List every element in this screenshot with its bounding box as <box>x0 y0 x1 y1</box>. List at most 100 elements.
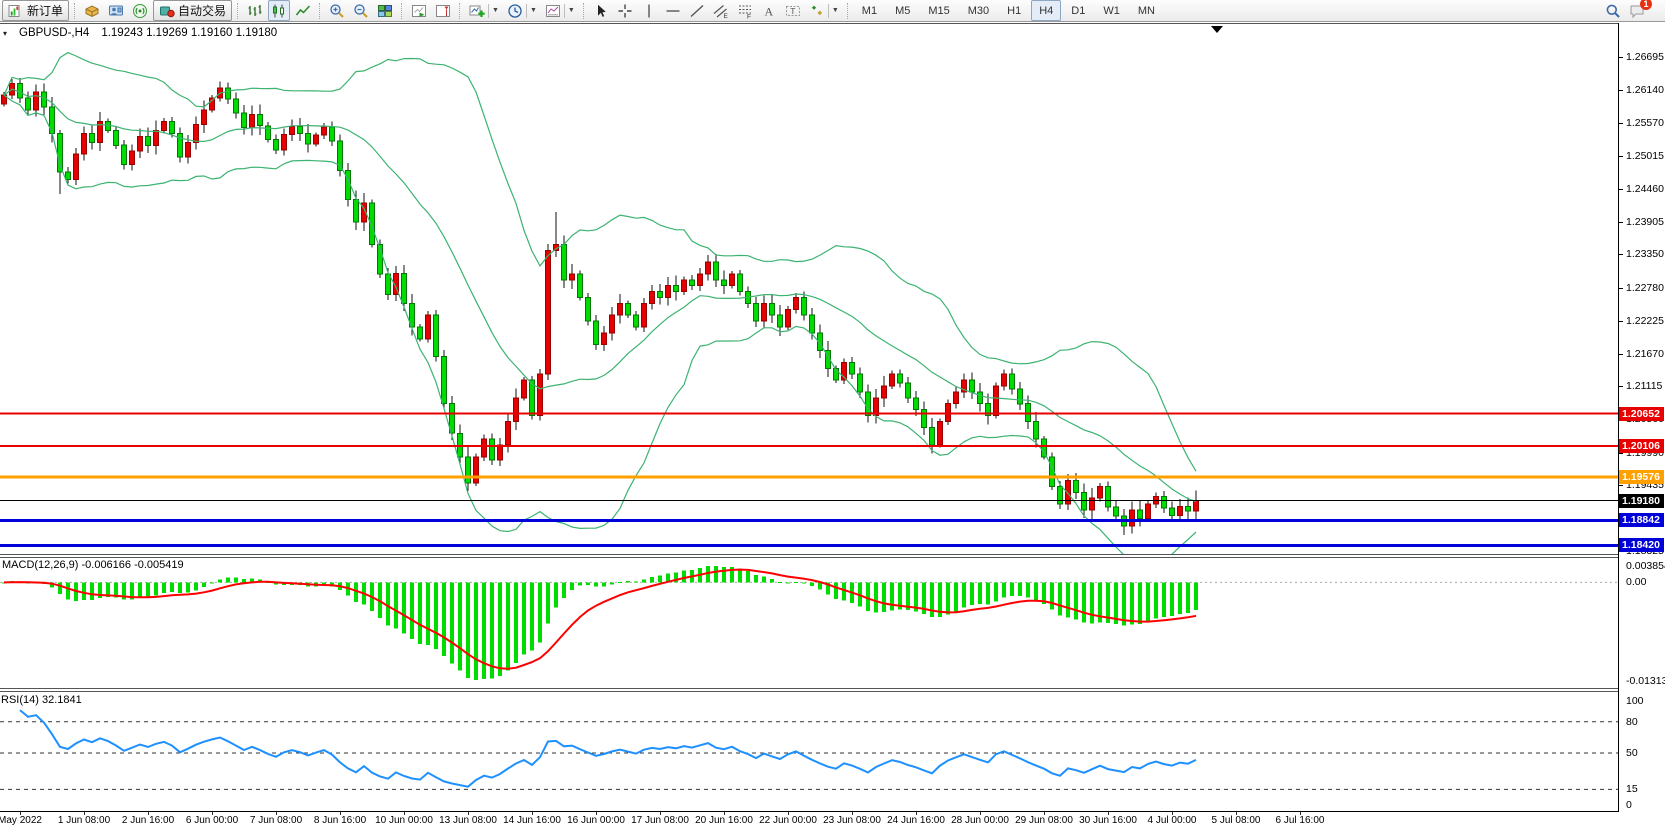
auto-scroll-icon <box>411 3 427 19</box>
svg-text:F: F <box>747 13 751 19</box>
price-level-chip: 1.20652 <box>1619 407 1664 421</box>
vertical-line-button[interactable] <box>638 0 660 21</box>
chevron-down-icon[interactable]: ▾ <box>3 29 7 38</box>
chat-button[interactable]: 1 <box>1626 0 1648 21</box>
auto-scroll-button[interactable] <box>408 0 430 21</box>
time-tick-label: 17 Jun 08:00 <box>631 815 689 826</box>
search-icon <box>1605 3 1621 19</box>
text-button[interactable]: A <box>758 0 780 21</box>
timeframe-h1-button[interactable]: H1 <box>999 0 1029 21</box>
price-tick-label: 1.25015 <box>1626 150 1664 162</box>
text-label-button[interactable]: T <box>782 0 804 21</box>
rsi-axis-label: 80 <box>1626 716 1638 728</box>
price-tick-label: 1.24460 <box>1626 183 1664 195</box>
price-level-chip: 1.19576 <box>1619 470 1664 484</box>
price-tick: 1.22225 <box>1619 315 1664 327</box>
zoom-out-button[interactable] <box>350 0 372 21</box>
chevron-down-icon[interactable]: ▼ <box>828 4 839 18</box>
time-tick-label: 2 Jun 16:00 <box>122 815 174 826</box>
time-tick-label: 13 Jun 08:00 <box>439 815 497 826</box>
price-tick-label: 1.21115 <box>1626 380 1662 392</box>
signals-button[interactable] <box>129 0 151 21</box>
price-tick-label: 1.22780 <box>1626 282 1664 294</box>
timeframe-m15-button[interactable]: M15 <box>920 0 957 21</box>
button-label: H4 <box>1039 5 1053 17</box>
toolbar-separator <box>74 3 76 19</box>
equidistant-channel-button[interactable]: E <box>710 0 732 21</box>
terminal-button[interactable] <box>105 0 127 21</box>
timeframe-w1-button[interactable]: W1 <box>1095 0 1128 21</box>
timeframe-m30-button[interactable]: M30 <box>960 0 997 21</box>
timeframe-d1-button[interactable]: D1 <box>1063 0 1093 21</box>
toolbar-right-group: 1 <box>1601 0 1649 21</box>
text-icon: A <box>761 3 777 19</box>
time-tick-label: 4 Jul 00:00 <box>1148 815 1197 826</box>
price-tick-label: 1.25570 <box>1626 117 1664 129</box>
price-chart-panel[interactable] <box>0 23 1618 554</box>
vertical-line-icon <box>641 3 657 19</box>
arrows-icon <box>809 3 825 19</box>
new-order-button[interactable]: 新订单 <box>2 0 69 21</box>
line-chart-icon <box>295 3 311 19</box>
timeframe-m1-button[interactable]: M1 <box>854 0 885 21</box>
time-axis[interactable]: May 20221 Jun 08:002 Jun 16:006 Jun 00:0… <box>0 812 1618 830</box>
price-tick: 1.21115 <box>1619 380 1662 392</box>
timeframe-m5-button[interactable]: M5 <box>887 0 918 21</box>
cursor-icon <box>593 3 609 19</box>
button-label: D1 <box>1071 5 1085 17</box>
cursor-button[interactable] <box>590 0 612 21</box>
svg-text:T: T <box>790 6 795 16</box>
chevron-down-icon[interactable]: ▼ <box>488 4 499 18</box>
tick-mark <box>1619 189 1623 190</box>
time-tick-label: 22 Jun 00:00 <box>759 815 817 826</box>
periods-button[interactable]: ▼ <box>504 0 540 21</box>
trendline-button[interactable] <box>686 0 708 21</box>
price-axis[interactable]: 1.266951.261401.255701.250151.244601.239… <box>1619 23 1665 812</box>
tile-windows-button[interactable] <box>374 0 396 21</box>
rsi-name: RSI(14) <box>1 694 39 706</box>
templates-icon <box>545 3 561 19</box>
tick-mark <box>1619 90 1623 91</box>
templates-button[interactable]: ▼ <box>542 0 578 21</box>
line-chart-button[interactable] <box>292 0 314 21</box>
autotrading-button[interactable]: 自动交易 <box>153 0 232 21</box>
toolbar-separator <box>459 3 461 19</box>
bar-chart-button[interactable] <box>244 0 266 21</box>
timeframe-h4-button[interactable]: H4 <box>1031 0 1061 21</box>
market-watch-button[interactable] <box>81 0 103 21</box>
candlesticks <box>2 78 1199 535</box>
search-button[interactable] <box>1602 0 1624 21</box>
button-label: MN <box>1138 5 1155 17</box>
macd-name: MACD(12,26,9) <box>2 559 78 571</box>
price-level-chip: 1.18842 <box>1619 513 1664 527</box>
horizontal-line-button[interactable] <box>662 0 684 21</box>
arrows-button[interactable]: ▼ <box>806 0 842 21</box>
timeframe-mn-button[interactable]: MN <box>1130 0 1163 21</box>
fibonacci-button[interactable]: F <box>734 0 756 21</box>
rsi-value: 32.1841 <box>42 694 82 706</box>
price-level-chip: 1.20106 <box>1619 439 1664 453</box>
tick-mark <box>1619 123 1623 124</box>
toolbar-separator <box>847 3 849 19</box>
price-tick: 1.23350 <box>1619 248 1664 260</box>
crosshair-button[interactable] <box>614 0 636 21</box>
time-tick-label: 29 Jun 08:00 <box>1015 815 1073 826</box>
tick-mark <box>1619 321 1623 322</box>
autotrading-icon <box>159 3 175 19</box>
zoom-in-button[interactable] <box>326 0 348 21</box>
chevron-down-icon[interactable]: ▼ <box>564 4 575 18</box>
button-label: H1 <box>1007 5 1021 17</box>
notification-badge: 1 <box>1640 0 1652 10</box>
time-tick-label: 14 Jun 16:00 <box>503 815 561 826</box>
button-label: 新订单 <box>27 2 63 19</box>
macd-panel[interactable] <box>0 558 1618 688</box>
horizontal-line-icon <box>665 3 681 19</box>
chevron-down-icon[interactable]: ▼ <box>526 4 537 18</box>
time-tick-label: 30 Jun 16:00 <box>1079 815 1137 826</box>
rsi-label: RSI(14) 32.1841 <box>1 694 82 706</box>
candlestick-chart-button[interactable] <box>268 0 290 21</box>
svg-text:A: A <box>764 4 773 18</box>
rsi-panel[interactable] <box>0 692 1618 810</box>
chart-shift-button[interactable] <box>432 0 454 21</box>
indicators-button[interactable]: ▼ <box>466 0 502 21</box>
